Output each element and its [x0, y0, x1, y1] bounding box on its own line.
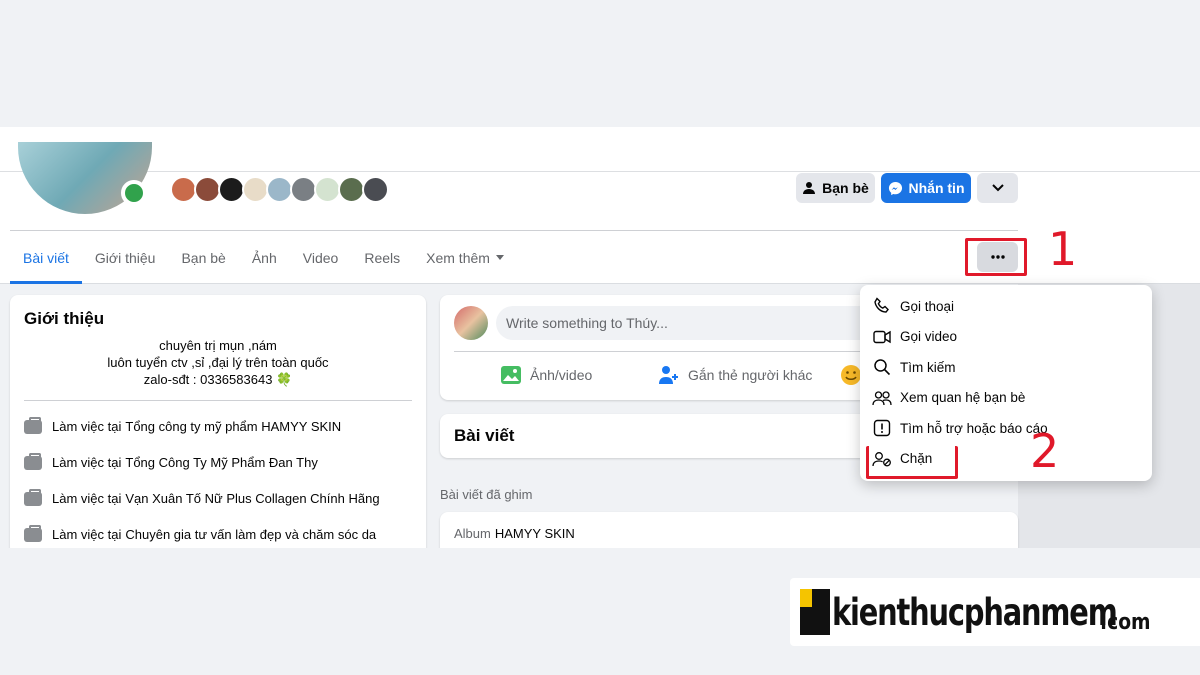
report-icon — [872, 418, 892, 438]
friend-avatar[interactable] — [194, 176, 221, 203]
album-name[interactable]: HAMYY SKIN — [495, 526, 575, 541]
work-item: Làm việc tại Tổng công ty mỹ phẩm HAMYY … — [24, 416, 412, 436]
work-prefix: Làm việc tại — [52, 491, 122, 506]
tab-label: Xem thêm — [426, 249, 490, 266]
phone-icon — [872, 296, 892, 316]
menu-item-label: Gọi thoại — [900, 298, 955, 314]
menu-item-label: Gọi video — [900, 329, 958, 345]
tab-friends[interactable]: Bạn bè — [168, 231, 238, 284]
friends-button[interactable]: Bạn bè — [796, 173, 875, 203]
tag-people-icon — [659, 366, 678, 384]
tab-label: Bạn bè — [181, 249, 226, 266]
briefcase-icon — [24, 452, 42, 470]
feeling-button[interactable] — [840, 359, 862, 391]
posts-title: Bài viết — [454, 426, 515, 445]
photo-video-label: Ảnh/video — [530, 367, 593, 383]
friend-avatar[interactable] — [218, 176, 245, 203]
bio-line: zalo-sđt : 0336583643 🍀 — [143, 372, 293, 387]
watermark-suffix: .com — [1100, 610, 1151, 635]
menu-item-voice-call[interactable]: Gọi thoại — [860, 291, 1152, 322]
friends-icon — [872, 388, 892, 408]
intro-card: Giới thiệu chuyên trị mụn ,nám luôn tuyể… — [10, 295, 426, 555]
profile-options-button[interactable] — [977, 173, 1018, 203]
annotation-number-1: 1 — [1048, 222, 1078, 276]
watermark-text: kienthucphanmem — [832, 590, 1118, 634]
tab-photos[interactable]: Ảnh — [239, 231, 290, 284]
tab-label: Video — [302, 249, 339, 266]
work-item: Làm việc tại Vạn Xuân Tố Nữ Plus Collage… — [24, 488, 412, 508]
tab-posts[interactable]: Bài viết — [10, 231, 82, 284]
friends-button-label: Bạn bè — [822, 180, 869, 196]
video-camera-icon — [872, 327, 892, 347]
work-place-link[interactable]: Vạn Xuân Tố Nữ Plus Collagen Chính Hãng — [125, 491, 379, 506]
briefcase-icon — [24, 488, 42, 506]
bio-line: luôn tuyển ctv ,sỉ ,đại lý trên toàn quố… — [107, 355, 329, 370]
work-item: Làm việc tại Tổng Công Ty Mỹ Phẩm Đan Th… — [24, 452, 412, 472]
message-button-label: Nhắn tin — [908, 180, 965, 196]
online-status-icon — [121, 180, 147, 206]
friend-check-icon — [803, 182, 816, 194]
photo-icon — [501, 366, 521, 384]
tab-reels[interactable]: Reels — [351, 231, 413, 284]
user-avatar[interactable] — [454, 306, 488, 340]
friend-avatar[interactable] — [242, 176, 269, 203]
menu-item-video-call[interactable]: Gọi video — [860, 322, 1152, 353]
watermark-logo: kienthucphanmem .com — [790, 578, 1200, 646]
caret-down-icon — [495, 254, 504, 260]
message-button[interactable]: Nhắn tin — [881, 173, 971, 203]
friend-avatar[interactable] — [314, 176, 341, 203]
bio: chuyên trị mụn ,nám luôn tuyển ctv ,sỉ ,… — [24, 337, 412, 388]
friend-avatar[interactable] — [362, 176, 389, 203]
friend-avatar[interactable] — [170, 176, 197, 203]
friend-avatar[interactable] — [266, 176, 293, 203]
tab-more[interactable]: Xem thêm — [413, 231, 518, 284]
pinned-posts-label: Bài viết đã ghim — [440, 487, 533, 502]
tab-label: Reels — [364, 249, 401, 266]
work-place-link[interactable]: Chuyên gia tư vấn làm đẹp và chăm sóc da — [125, 527, 376, 542]
work-prefix: Làm việc tại — [52, 419, 122, 434]
briefcase-icon — [24, 416, 42, 434]
tab-label: Ảnh — [251, 249, 277, 266]
feeling-icon — [841, 365, 861, 385]
friend-avatar[interactable] — [338, 176, 365, 203]
chevron-down-icon — [991, 184, 1004, 192]
top-background — [0, 0, 1200, 127]
menu-item-label: Tìm hỗ trợ hoặc báo cáo — [900, 420, 1048, 436]
menu-item-search[interactable]: Tìm kiếm — [860, 352, 1152, 383]
profile-tabs: Bài viết Giới thiệu Bạn bè Ảnh Video Ree… — [10, 231, 518, 284]
briefcase-icon — [24, 524, 42, 542]
tab-video[interactable]: Video — [290, 231, 352, 284]
annotation-box-step1 — [965, 238, 1027, 276]
annotation-box-step2 — [866, 446, 958, 479]
tab-label: Bài viết — [23, 249, 69, 266]
bio-line: chuyên trị mụn ,nám — [159, 338, 277, 353]
photo-video-button[interactable]: Ảnh/video — [500, 359, 592, 391]
friend-avatar[interactable] — [290, 176, 317, 203]
top-navbar — [0, 127, 1200, 172]
tag-people-button[interactable]: Gắn thẻ người khác — [658, 359, 812, 391]
annotation-number-2: 2 — [1030, 424, 1060, 478]
work-place-link[interactable]: Tổng Công Ty Mỹ Phẩm Đan Thy — [125, 455, 317, 470]
intro-divider — [24, 400, 412, 401]
work-prefix: Làm việc tại — [52, 527, 122, 542]
tab-about[interactable]: Giới thiệu — [82, 231, 169, 284]
logo-mark-icon — [800, 589, 830, 635]
tag-people-label: Gắn thẻ người khác — [688, 367, 813, 383]
work-prefix: Làm việc tại — [52, 455, 122, 470]
mutual-friends-avatars[interactable] — [170, 176, 389, 203]
work-item: Làm việc tại Chuyên gia tư vấn làm đẹp v… — [24, 524, 412, 544]
menu-item-label: Tìm kiếm — [900, 359, 956, 375]
menu-item-label: Xem quan hệ bạn bè — [900, 390, 1026, 406]
tab-label: Giới thiệu — [94, 249, 156, 266]
messenger-icon — [888, 181, 902, 195]
intro-title: Giới thiệu — [24, 309, 105, 328]
composer-placeholder: Write something to Thúy... — [506, 315, 668, 331]
album-prefix: Album — [454, 526, 491, 541]
search-icon — [872, 357, 892, 377]
menu-item-friendship[interactable]: Xem quan hệ bạn bè — [860, 383, 1152, 414]
menu-item-report[interactable]: Tìm hỗ trợ hoặc báo cáo — [860, 413, 1152, 444]
work-place-link[interactable]: Tổng công ty mỹ phẩm HAMYY SKIN — [125, 419, 341, 434]
